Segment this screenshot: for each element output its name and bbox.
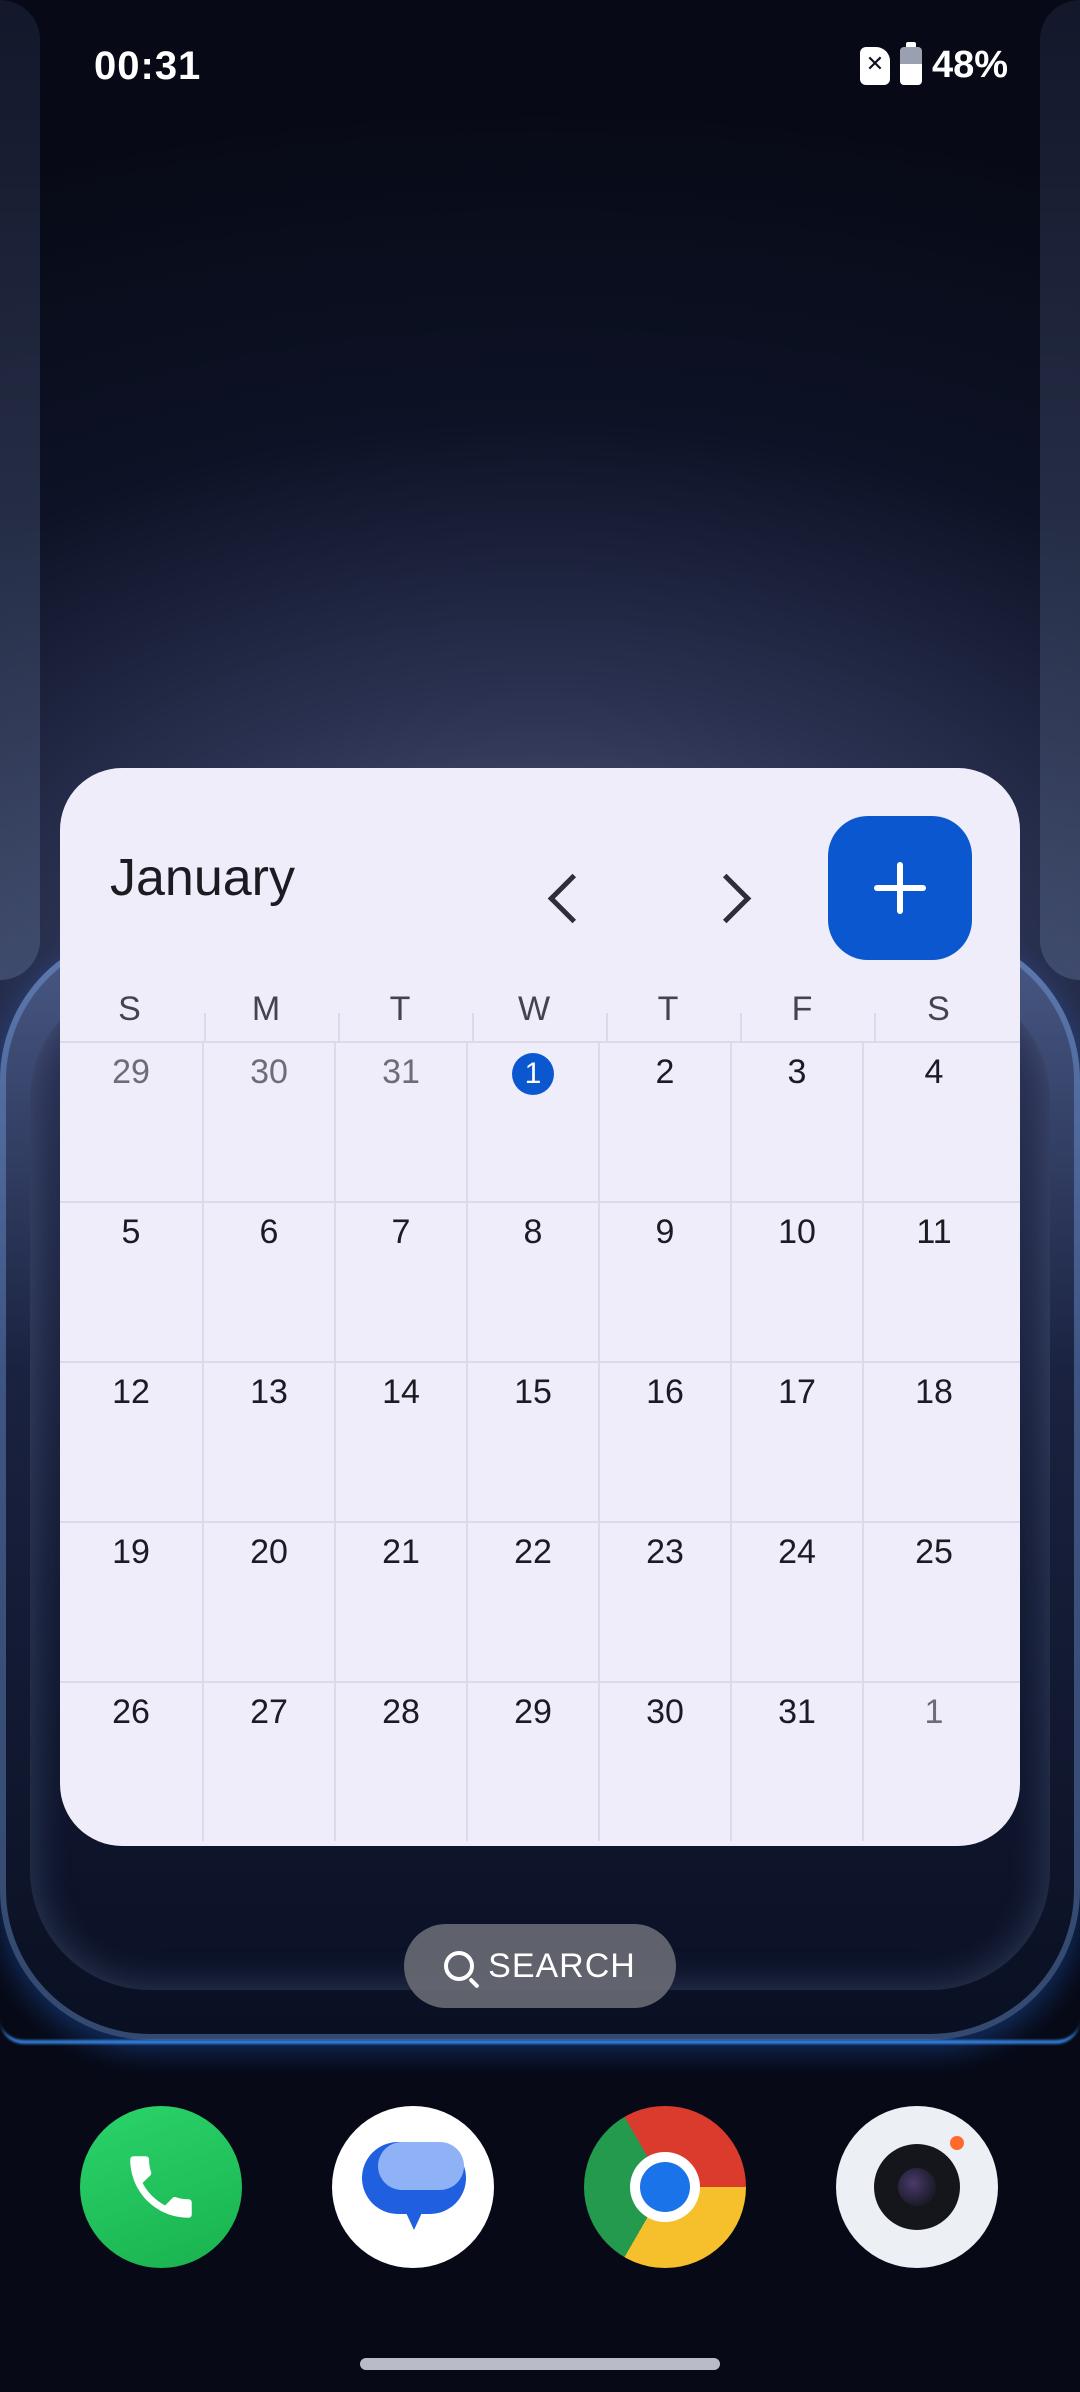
- phone-app-icon[interactable]: [80, 2106, 242, 2268]
- day-cell[interactable]: 5: [60, 1203, 204, 1361]
- day-cell[interactable]: 30: [204, 1043, 336, 1201]
- day-cell[interactable]: 10: [732, 1203, 864, 1361]
- day-cell[interactable]: 8: [468, 1203, 600, 1361]
- day-cell[interactable]: 24: [732, 1523, 864, 1681]
- weekday-label: F: [791, 990, 813, 1028]
- chevron-left-icon: [547, 873, 597, 923]
- battery-percent: 48%: [931, 44, 1008, 86]
- previous-month-button[interactable]: [526, 858, 606, 938]
- day-cell[interactable]: 12: [60, 1363, 204, 1521]
- day-cell[interactable]: 26: [60, 1683, 204, 1841]
- day-cell[interactable]: 14: [336, 1363, 468, 1521]
- day-cell[interactable]: 31: [336, 1043, 468, 1201]
- week-row: 19 20 21 22 23 24 25: [60, 1521, 1020, 1681]
- search-button[interactable]: SEARCH: [404, 1924, 676, 2008]
- day-cell[interactable]: 29: [468, 1683, 600, 1841]
- day-cell[interactable]: 20: [204, 1523, 336, 1681]
- day-cell[interactable]: 3: [732, 1043, 864, 1201]
- camera-lens: [898, 2168, 936, 2206]
- day-cell[interactable]: 18: [864, 1363, 1004, 1521]
- week-row: 29 30 31 1 2 3 4: [60, 1041, 1020, 1201]
- weekday-label: T: [389, 990, 411, 1028]
- sim-error-icon: [859, 46, 890, 85]
- day-cell[interactable]: 19: [60, 1523, 204, 1681]
- weekday-label: W: [517, 990, 551, 1028]
- calendar-widget[interactable]: January S M T W T F S 29 30 31 1 2 3 4 5: [60, 768, 1020, 1846]
- status-icons: 48%: [859, 41, 1008, 87]
- chevron-right-icon: [701, 873, 751, 923]
- day-cell[interactable]: 31: [732, 1683, 864, 1841]
- messages-icon-accent: [378, 2142, 464, 2190]
- weekday-label: T: [657, 990, 679, 1028]
- day-cell[interactable]: 21: [336, 1523, 468, 1681]
- day-cell[interactable]: 30: [600, 1683, 732, 1841]
- camera-app-icon[interactable]: [836, 2106, 998, 2268]
- day-cell[interactable]: 1: [864, 1683, 1004, 1841]
- weekday-label: M: [251, 990, 281, 1028]
- today-marker: 1: [512, 1053, 554, 1095]
- day-cell[interactable]: 2: [600, 1043, 732, 1201]
- week-row: 26 27 28 29 30 31 1: [60, 1681, 1020, 1841]
- search-icon: [444, 1951, 475, 1981]
- messages-app-icon[interactable]: [332, 2106, 494, 2268]
- month-grid: 29 30 31 1 2 3 4 5 6 7 8 9 10 11 12 13 1…: [60, 1041, 1020, 1846]
- day-cell[interactable]: 27: [204, 1683, 336, 1841]
- wallpaper-edge-right: [1040, 0, 1080, 980]
- battery-icon: [899, 41, 922, 85]
- day-cell[interactable]: 11: [864, 1203, 1004, 1361]
- day-cell[interactable]: 17: [732, 1363, 864, 1521]
- day-cell[interactable]: 22: [468, 1523, 600, 1681]
- wallpaper-glow: [0, 2020, 1080, 2044]
- messages-icon-tail: [402, 2204, 426, 2230]
- day-cell[interactable]: 16: [600, 1363, 732, 1521]
- grid-divider: [874, 1013, 876, 1041]
- day-cell[interactable]: 13: [204, 1363, 336, 1521]
- month-title[interactable]: January: [110, 848, 295, 908]
- search-label: SEARCH: [488, 1946, 636, 1985]
- grid-divider: [606, 1013, 608, 1041]
- home-indicator[interactable]: [360, 2358, 720, 2370]
- status-bar: 00:31 48%: [0, 0, 1080, 130]
- day-cell[interactable]: 9: [600, 1203, 732, 1361]
- weekday-label: S: [927, 990, 950, 1028]
- grid-divider: [204, 1013, 206, 1041]
- chrome-icon-center: [640, 2162, 690, 2212]
- day-cell-today[interactable]: 1: [468, 1043, 600, 1201]
- week-row: 12 13 14 15 16 17 18: [60, 1361, 1020, 1521]
- phone-icon: [130, 2156, 192, 2218]
- add-event-button[interactable]: [828, 816, 972, 960]
- weekday-label: S: [118, 990, 141, 1028]
- chrome-app-icon[interactable]: [584, 2106, 746, 2268]
- day-cell[interactable]: 6: [204, 1203, 336, 1361]
- grid-divider: [472, 1013, 474, 1041]
- day-cell[interactable]: 7: [336, 1203, 468, 1361]
- day-cell[interactable]: 4: [864, 1043, 1004, 1201]
- grid-divider: [338, 1013, 340, 1041]
- grid-divider: [740, 1013, 742, 1041]
- day-cell[interactable]: 29: [60, 1043, 204, 1201]
- wallpaper-edge-left: [0, 0, 40, 980]
- week-row: 5 6 7 8 9 10 11: [60, 1201, 1020, 1361]
- camera-indicator-dot: [950, 2136, 964, 2150]
- next-month-button[interactable]: [692, 858, 772, 938]
- day-cell[interactable]: 15: [468, 1363, 600, 1521]
- day-cell[interactable]: 28: [336, 1683, 468, 1841]
- day-cell[interactable]: 25: [864, 1523, 1004, 1681]
- status-time: 00:31: [94, 44, 202, 88]
- plus-icon: [874, 862, 926, 914]
- day-cell[interactable]: 23: [600, 1523, 732, 1681]
